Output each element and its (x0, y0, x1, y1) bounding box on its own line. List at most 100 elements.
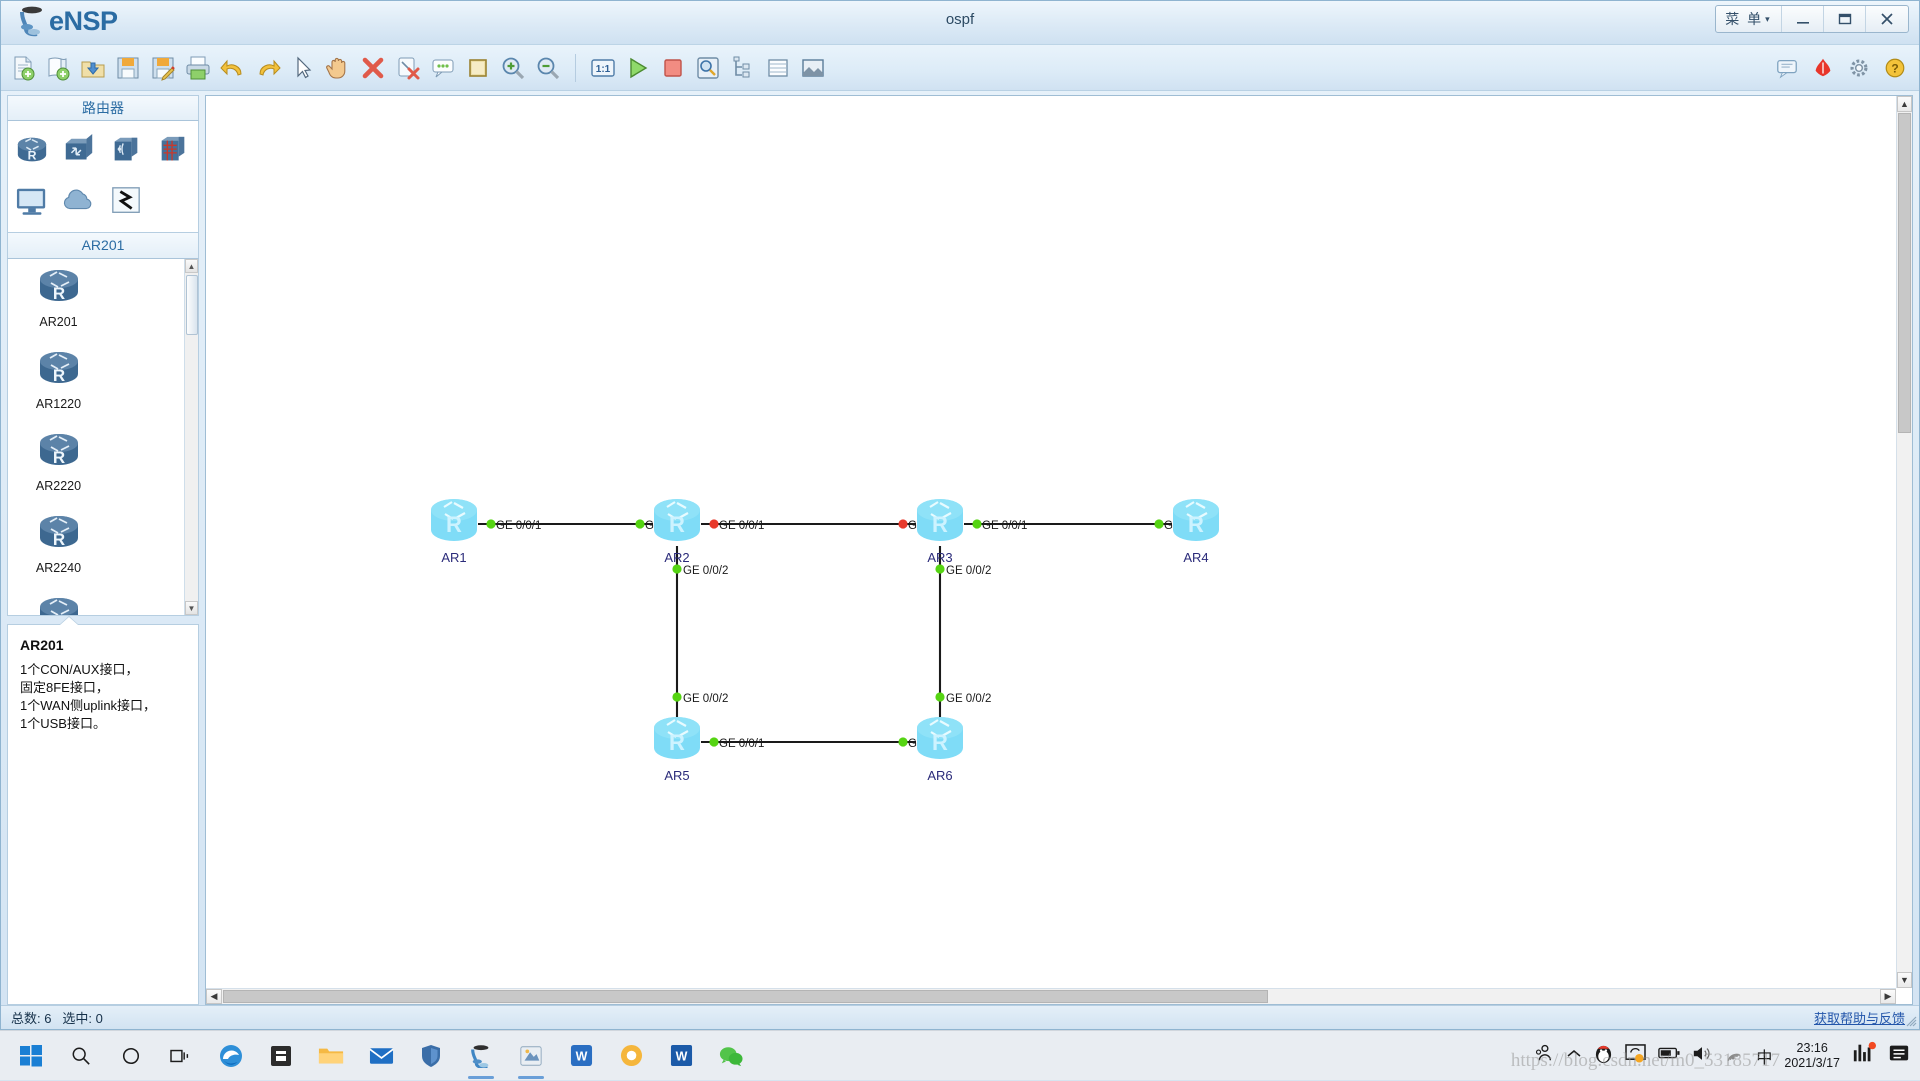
port-status-dot[interactable] (898, 737, 907, 746)
maximize-button[interactable] (1824, 6, 1866, 32)
volume-icon[interactable] (1692, 1045, 1712, 1067)
topology-device-ar3[interactable]: RAR3 (917, 499, 963, 565)
search-button[interactable] (56, 1031, 106, 1081)
cortana-button[interactable] (106, 1031, 156, 1081)
grid-icon[interactable] (762, 52, 794, 84)
resize-grip-icon[interactable] (1905, 1015, 1917, 1027)
task-view-button[interactable] (156, 1031, 206, 1081)
battery-icon[interactable] (1658, 1046, 1680, 1065)
add-note-icon[interactable] (427, 52, 459, 84)
canvas-scroll-left-icon[interactable]: ◀ (206, 989, 222, 1004)
device-list-scrollbar[interactable]: ▲ ▼ (184, 259, 198, 615)
device-category-cloud[interactable] (55, 176, 102, 226)
topology-canvas[interactable]: GE 0/0/1GE 0/0/0GE 0/0/1GE 0/0/0GE 0/0/1… (206, 96, 1912, 1004)
topology-device-ar5[interactable]: RAR5 (654, 717, 700, 783)
zoom-reset-1to1-icon[interactable]: 1:1 (587, 52, 619, 84)
device-model-ar2220[interactable]: R AR2220 (16, 429, 101, 511)
wechat-button[interactable] (706, 1031, 756, 1081)
start-all-devices-icon[interactable] (622, 52, 654, 84)
wifi-icon[interactable] (1724, 1045, 1744, 1067)
save-icon[interactable] (112, 52, 144, 84)
port-status-dot[interactable] (709, 737, 718, 746)
hand-pan-icon[interactable] (322, 52, 354, 84)
canvas-horizontal-scrollbar[interactable]: ◀ ▶ (206, 988, 1896, 1004)
packet-capture-icon[interactable] (692, 52, 724, 84)
edge-button[interactable] (206, 1031, 256, 1081)
canvas-hscroll-thumb[interactable] (223, 990, 1268, 1003)
canvas-vertical-scrollbar[interactable]: ▲ ▼ (1896, 96, 1912, 988)
word-button[interactable]: W (656, 1031, 706, 1081)
security-button[interactable] (406, 1031, 456, 1081)
pointer-select-icon[interactable] (287, 52, 319, 84)
new-blank-page-icon[interactable] (42, 52, 74, 84)
port-status-dot[interactable] (898, 519, 907, 528)
port-status-dot[interactable] (972, 519, 981, 528)
store-button[interactable] (256, 1031, 306, 1081)
mail-button[interactable] (356, 1031, 406, 1081)
device-category-connection[interactable] (102, 176, 149, 226)
topology-device-ar4[interactable]: RAR4 (1173, 499, 1219, 565)
canvas-scroll-down-icon[interactable]: ▼ (1897, 972, 1912, 988)
stop-all-devices-icon[interactable] (657, 52, 689, 84)
wps-writer-button[interactable]: W (556, 1031, 606, 1081)
device-category-wlan[interactable] (102, 126, 149, 176)
zoom-out-icon[interactable] (532, 52, 564, 84)
menu-button[interactable]: 菜 单▾ (1716, 6, 1782, 32)
topology-diagram[interactable]: GE 0/0/1GE 0/0/0GE 0/0/1GE 0/0/0GE 0/0/1… (206, 96, 1896, 966)
port-status-dot[interactable] (672, 692, 681, 701)
scroll-down-arrow-icon[interactable]: ▼ (185, 601, 198, 615)
people-icon[interactable] (1534, 1043, 1554, 1068)
device-category-firewall[interactable] (149, 126, 196, 176)
port-status-dot[interactable] (709, 519, 718, 528)
new-topology-icon[interactable] (7, 52, 39, 84)
device-category-switch[interactable] (55, 126, 102, 176)
huawei-logo-icon[interactable] (1807, 52, 1839, 84)
print-icon[interactable] (182, 52, 214, 84)
start-button[interactable] (6, 1031, 56, 1081)
redo-icon[interactable] (252, 52, 284, 84)
wps-tools-button[interactable] (606, 1031, 656, 1081)
virtualbox-button[interactable] (506, 1031, 556, 1081)
settings-gear-icon[interactable] (1843, 52, 1875, 84)
port-status-dot[interactable] (1154, 519, 1163, 528)
undo-icon[interactable] (217, 52, 249, 84)
file-explorer-button[interactable] (306, 1031, 356, 1081)
screenshot-tool-icon[interactable] (1625, 1044, 1646, 1068)
add-shape-icon[interactable] (462, 52, 494, 84)
open-folder-icon[interactable] (77, 52, 109, 84)
device-model-ar2240[interactable]: R AR2240 (16, 511, 101, 593)
canvas-scroll-up-icon[interactable]: ▲ (1897, 96, 1912, 112)
import-image-icon[interactable] (797, 52, 829, 84)
close-button[interactable] (1866, 6, 1908, 32)
device-category-endpoint[interactable] (8, 176, 55, 226)
minimize-button[interactable] (1782, 6, 1824, 32)
help-icon[interactable]: ? (1879, 52, 1911, 84)
topology-device-ar6[interactable]: RAR6 (917, 717, 963, 783)
topology-device-ar2[interactable]: RAR2 (654, 499, 700, 565)
device-model-ar201[interactable]: R AR201 (16, 265, 101, 347)
port-status-dot[interactable] (672, 564, 681, 573)
delete-icon[interactable] (357, 52, 389, 84)
taskbar-clock[interactable]: 23:16 2021/3/17 (1784, 1041, 1840, 1071)
port-status-dot[interactable] (486, 519, 495, 528)
port-status-dot[interactable] (935, 692, 944, 701)
notifications-icon[interactable] (1888, 1042, 1910, 1069)
topology-device-ar1[interactable]: RAR1 (431, 499, 477, 565)
qq-icon[interactable] (1594, 1043, 1613, 1069)
scroll-thumb[interactable] (186, 275, 198, 335)
scroll-up-arrow-icon[interactable]: ▲ (185, 259, 198, 273)
zoom-in-icon[interactable] (497, 52, 529, 84)
device-model-ar1220[interactable]: R AR1220 (16, 347, 101, 429)
topology-tree-icon[interactable] (727, 52, 759, 84)
show-hidden-icons-chevron[interactable] (1566, 1047, 1582, 1065)
feedback-icon[interactable] (1771, 52, 1803, 84)
device-model-ar3260[interactable]: R AR3260 (16, 593, 101, 616)
delete-link-icon[interactable] (392, 52, 424, 84)
port-status-dot[interactable] (935, 564, 944, 573)
canvas-scroll-right-icon[interactable]: ▶ (1880, 989, 1896, 1004)
ime-chinese-icon[interactable]: 中 (1756, 1044, 1772, 1068)
device-category-router[interactable]: R (8, 126, 55, 176)
canvas-vscroll-thumb[interactable] (1898, 113, 1911, 433)
port-status-dot[interactable] (635, 519, 644, 528)
monitor-widget-icon[interactable] (1852, 1041, 1876, 1070)
